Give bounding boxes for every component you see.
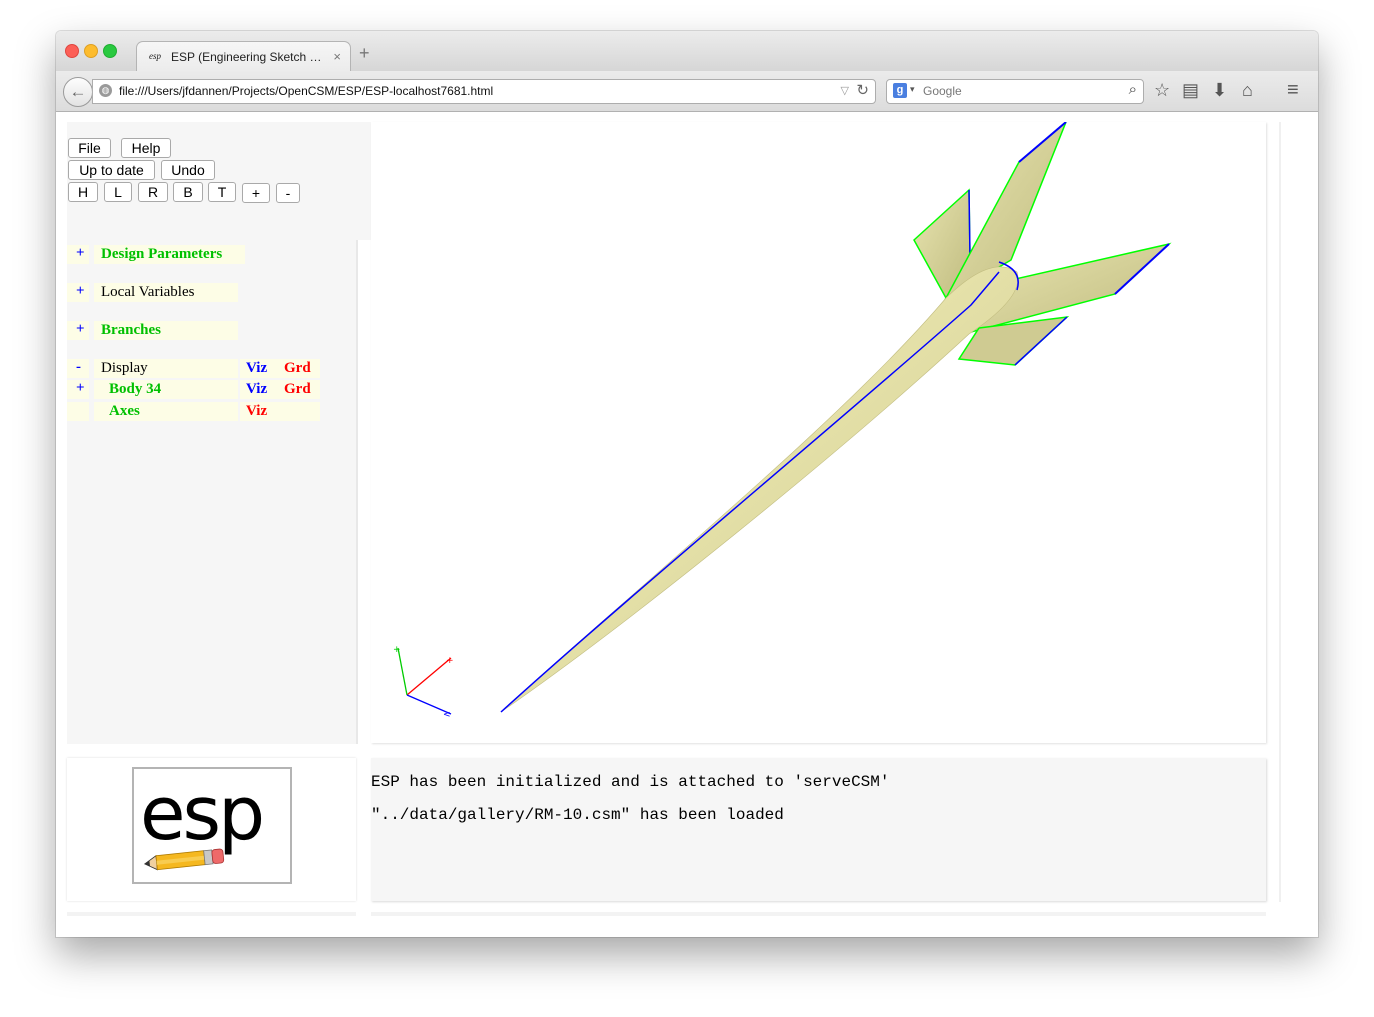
search-engine-icon[interactable]: g (893, 83, 907, 98)
expand-branches[interactable]: + (76, 321, 85, 338)
zoom-out-button[interactable]: - (276, 183, 300, 203)
url-text[interactable]: file:///Users/jfdannen/Projects/OpenCSM/… (119, 84, 493, 98)
esp-favicon-icon: esp (149, 51, 161, 61)
view-right-button[interactable]: R (138, 182, 168, 202)
message-line: "../data/gallery/RM-10.csm" has been loa… (371, 806, 784, 824)
url-bar[interactable]: ◍ file:///Users/jfdannen/Projects/OpenCS… (92, 79, 876, 104)
branches-label[interactable]: Branches (94, 321, 238, 340)
expand-design-parameters[interactable]: + (76, 245, 85, 262)
close-window-button[interactable] (65, 44, 79, 58)
zoom-in-button[interactable]: + (242, 183, 270, 203)
browser-window: esp ESP (Engineering Sketch Pa... × + ← … (56, 31, 1318, 937)
display-label: Display (94, 359, 238, 378)
svg-text:+: + (446, 656, 454, 666)
toolbar-panel: File Help Up to date Undo H L R B T + - (67, 122, 371, 240)
esp-logo-text: esp (140, 771, 262, 857)
display-grd-toggle[interactable]: Grd (278, 359, 320, 378)
left-bottom-strip (67, 912, 356, 916)
undo-button[interactable]: Undo (161, 160, 215, 180)
graphics-viewport[interactable]: + + < (371, 121, 1266, 743)
view-home-button[interactable]: H (68, 182, 98, 202)
body-label[interactable]: Body 34 (94, 380, 238, 399)
new-tab-icon[interactable]: + (359, 44, 370, 62)
search-input[interactable]: Google (923, 84, 962, 98)
bookmark-star-icon[interactable]: ☆ (1154, 80, 1170, 100)
search-icon[interactable]: ⌕ (1129, 81, 1137, 98)
title-bar: esp ESP (Engineering Sketch Pa... × + (56, 31, 1318, 73)
view-bottom-button[interactable]: B (173, 182, 203, 202)
body-viz-toggle[interactable]: Viz (240, 380, 280, 399)
axes-triad: + + < (393, 645, 454, 720)
body-grd-toggle[interactable]: Grd (278, 380, 320, 399)
maximize-window-button[interactable] (103, 44, 117, 58)
tab-title: ESP (Engineering Sketch Pa... (171, 50, 325, 64)
rocket-body (500, 266, 1019, 713)
up-to-date-button[interactable]: Up to date (68, 160, 155, 180)
messages-panel: ESP has been initialized and is attached… (371, 758, 1266, 901)
design-parameters-label[interactable]: Design Parameters (94, 245, 245, 264)
search-engine-dropdown-icon[interactable]: ▾ (910, 84, 915, 95)
download-icon[interactable]: ⬇ (1212, 80, 1227, 100)
tree-panel: + Design Parameters + Local Variables + … (67, 240, 358, 744)
url-dropdown-icon[interactable]: ▽ (841, 84, 849, 97)
svg-text:<: < (443, 710, 451, 720)
axes-viz-toggle[interactable]: Viz (240, 402, 320, 421)
svg-text:+: + (393, 645, 401, 655)
browser-tab[interactable]: esp ESP (Engineering Sketch Pa... × (136, 41, 351, 73)
page-content: File Help Up to date Undo H L R B T + - … (56, 112, 1318, 937)
right-edge-panel (1279, 122, 1281, 902)
menu-icon[interactable]: ≡ (1287, 80, 1299, 100)
help-button[interactable]: Help (121, 138, 171, 158)
rocket-model-view[interactable]: + + < (371, 121, 1266, 743)
back-arrow-icon[interactable]: ← (63, 77, 93, 107)
message-line: ESP has been initialized and is attached… (371, 773, 890, 791)
home-icon[interactable]: ⌂ (1242, 80, 1253, 100)
collapse-display[interactable]: - (76, 359, 81, 376)
expand-body[interactable]: + (76, 380, 85, 397)
view-top-button[interactable]: T (208, 182, 236, 202)
minimize-window-button[interactable] (84, 44, 98, 58)
logo-panel: esp (67, 758, 356, 901)
local-variables-label[interactable]: Local Variables (94, 283, 238, 302)
esp-logo: esp (132, 767, 292, 884)
right-bottom-strip (371, 912, 1266, 916)
navigation-bar: ← ◍ file:///Users/jfdannen/Projects/Open… (56, 71, 1318, 112)
tab-close-icon[interactable]: × (333, 49, 341, 64)
esp-logo-graphic: esp (140, 771, 265, 871)
globe-icon: ◍ (99, 84, 112, 97)
expand-local-variables[interactable]: + (76, 283, 85, 300)
reading-list-icon[interactable]: ▤ (1182, 80, 1199, 100)
view-left-button[interactable]: L (104, 182, 132, 202)
search-bar[interactable]: g ▾ Google ⌕ (886, 79, 1144, 104)
display-viz-toggle[interactable]: Viz (240, 359, 280, 378)
file-button[interactable]: File (68, 138, 111, 158)
reload-icon[interactable]: ↻ (856, 81, 869, 99)
axes-label: Axes (94, 402, 238, 421)
